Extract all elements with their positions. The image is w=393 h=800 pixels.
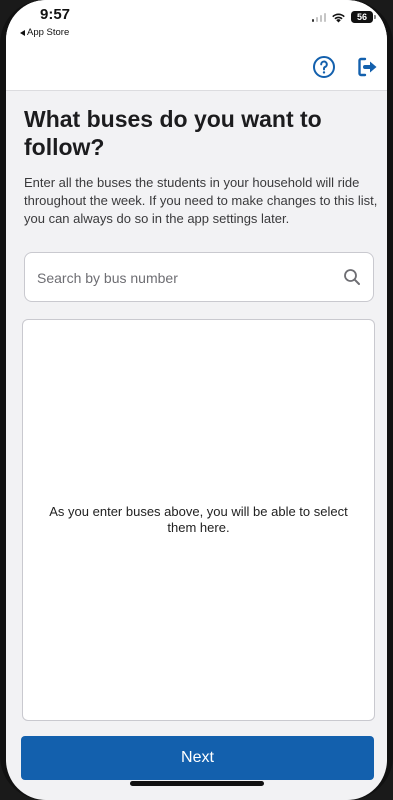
battery-indicator: 56 (351, 11, 376, 23)
wifi-icon (332, 13, 345, 22)
status-icons: 56 (311, 11, 376, 23)
status-time: 9:57 (40, 6, 71, 23)
search-icon[interactable] (343, 268, 361, 286)
app-screen: 9:57 App Store 56 What buses do you want… (6, 0, 387, 800)
logout-icon[interactable] (355, 54, 381, 80)
results-empty-message: As you enter buses above, you will be ab… (49, 504, 348, 535)
page-description: Enter all the buses the students in your… (24, 175, 378, 226)
next-button[interactable]: Next (21, 736, 374, 780)
back-triangle-icon (20, 29, 25, 36)
cellular-signal-icon (311, 12, 326, 22)
search-input[interactable] (35, 253, 339, 303)
page-title: What buses do you want to follow? (24, 106, 322, 160)
status-bar: 9:57 App Store 56 (6, 0, 387, 44)
home-indicator (130, 781, 264, 786)
back-app-label: App Store (27, 27, 70, 38)
back-to-app-store-link[interactable]: App Store (20, 27, 69, 38)
help-icon[interactable] (311, 54, 337, 80)
search-field (24, 252, 374, 303)
phone-frame: 9:57 App Store 56 What buses do you want… (0, 0, 393, 800)
app-header (6, 44, 387, 91)
bus-results-panel: As you enter buses above, you will be ab… (22, 319, 375, 721)
